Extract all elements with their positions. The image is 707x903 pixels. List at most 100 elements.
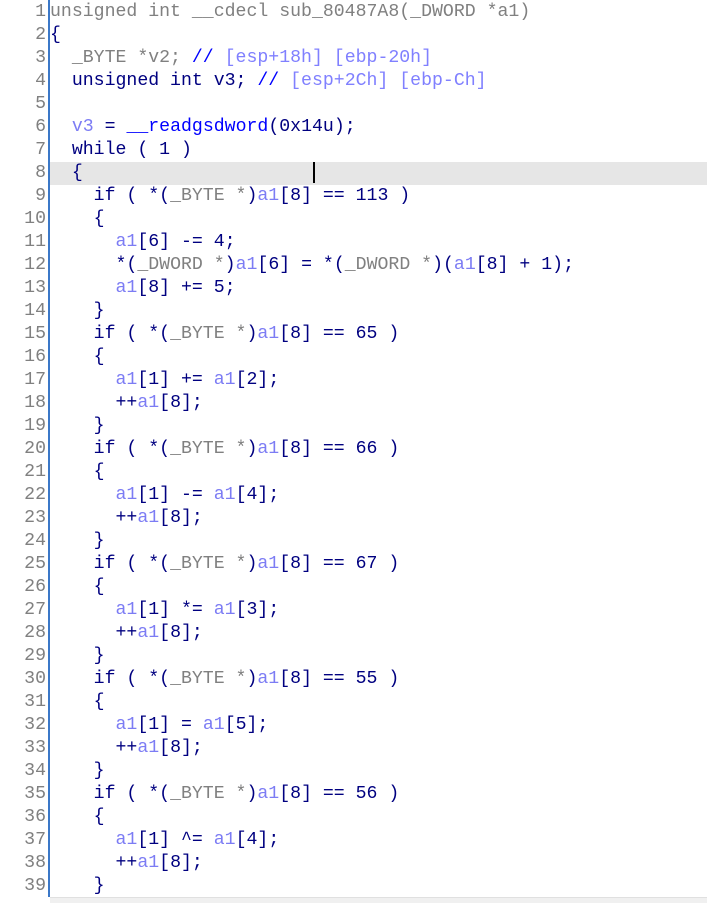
code-line[interactable]: 31 {: [0, 691, 707, 714]
code-line[interactable]: 18 ++a1[8];: [0, 392, 707, 415]
code-text[interactable]: unsigned int v3; // [esp+2Ch] [ebp-Ch]: [50, 70, 707, 93]
code-line[interactable]: 35 if ( *(_BYTE *)a1[8] == 56 ): [0, 783, 707, 806]
code-token: ++: [50, 508, 138, 528]
code-line[interactable]: 10 {: [0, 208, 707, 231]
code-line[interactable]: 26 {: [0, 576, 707, 599]
code-line[interactable]: 3 _BYTE *v2; // [esp+18h] [ebp-20h]: [0, 47, 707, 70]
code-line[interactable]: 30 if ( *(_BYTE *)a1[8] == 55 ): [0, 668, 707, 691]
code-text[interactable]: if ( *(_BYTE *)a1[8] == 56 ): [50, 783, 707, 806]
code-token: [5];: [224, 715, 269, 735]
code-line[interactable]: 8 {: [0, 162, 707, 185]
code-text[interactable]: if ( *(_BYTE *)a1[8] == 66 ): [50, 438, 707, 461]
line-number: 10: [24, 209, 46, 229]
code-line[interactable]: 27 a1[1] *= a1[3];: [0, 599, 707, 622]
line-number: 21: [24, 462, 46, 482]
code-text[interactable]: ++a1[8];: [50, 852, 707, 875]
code-token: }: [50, 646, 105, 666]
code-token: //: [257, 71, 291, 91]
code-text[interactable]: {: [50, 806, 707, 829]
code-line[interactable]: 11 a1[6] -= 4;: [0, 231, 707, 254]
code-token: [1] *=: [137, 600, 214, 620]
code-token: a1: [115, 485, 138, 505]
code-line[interactable]: 34 }: [0, 760, 707, 783]
code-token: a1: [213, 830, 236, 850]
code-text[interactable]: {: [50, 162, 707, 185]
code-line[interactable]: 20 if ( *(_BYTE *)a1[8] == 66 ): [0, 438, 707, 461]
code-line[interactable]: 14 }: [0, 300, 707, 323]
code-text[interactable]: }: [50, 415, 707, 438]
code-line[interactable]: 39 }: [0, 875, 707, 898]
code-line[interactable]: 21 {: [0, 461, 707, 484]
code-line[interactable]: 25 if ( *(_BYTE *)a1[8] == 67 ): [0, 553, 707, 576]
code-text[interactable]: a1[1] -= a1[4];: [50, 484, 707, 507]
code-text[interactable]: a1[6] -= 4;: [50, 231, 707, 254]
code-text[interactable]: {: [50, 691, 707, 714]
code-line[interactable]: 19 }: [0, 415, 707, 438]
code-line[interactable]: 24 }: [0, 530, 707, 553]
code-token: _BYTE *: [170, 439, 247, 459]
code-text[interactable]: {: [50, 461, 707, 484]
code-line[interactable]: 33 ++a1[8];: [0, 737, 707, 760]
code-line[interactable]: 29 }: [0, 645, 707, 668]
code-text[interactable]: {: [50, 24, 707, 47]
code-line[interactable]: 6 v3 = __readgsdword(0x14u);: [0, 116, 707, 139]
code-text[interactable]: if ( *(_BYTE *)a1[8] == 55 ): [50, 668, 707, 691]
code-text[interactable]: ++a1[8];: [50, 392, 707, 415]
code-token: [1] =: [137, 715, 203, 735]
code-line[interactable]: 13 a1[8] += 5;: [0, 277, 707, 300]
code-text[interactable]: {: [50, 208, 707, 231]
code-text[interactable]: unsigned int __cdecl sub_80487A8(_DWORD …: [50, 1, 707, 24]
code-line[interactable]: 2{: [0, 24, 707, 47]
code-text[interactable]: {: [50, 576, 707, 599]
code-text[interactable]: a1[1] *= a1[3];: [50, 599, 707, 622]
code-text[interactable]: if ( *(_BYTE *)a1[8] == 113 ): [50, 185, 707, 208]
code-text[interactable]: }: [50, 645, 707, 668]
horizontal-scrollbar[interactable]: [50, 897, 707, 903]
code-text[interactable]: a1[1] = a1[5];: [50, 714, 707, 737]
text-caret: [313, 162, 315, 183]
code-line[interactable]: 16 {: [0, 346, 707, 369]
code-line[interactable]: 23 ++a1[8];: [0, 507, 707, 530]
code-line[interactable]: 12 *(_DWORD *)a1[6] = *(_DWORD *)(a1[8] …: [0, 254, 707, 277]
code-text[interactable]: a1[1] ^= a1[4];: [50, 829, 707, 852]
code-line[interactable]: 28 ++a1[8];: [0, 622, 707, 645]
code-line[interactable]: 36 {: [0, 806, 707, 829]
code-token: [8] += 5;: [137, 278, 236, 298]
code-text[interactable]: }: [50, 530, 707, 553]
code-token: [4];: [235, 485, 280, 505]
code-token: {: [50, 25, 61, 45]
code-text[interactable]: v3 = __readgsdword(0x14u);: [50, 116, 707, 139]
code-text[interactable]: *(_DWORD *)a1[6] = *(_DWORD *)(a1[8] + 1…: [50, 254, 707, 277]
code-text[interactable]: }: [50, 760, 707, 783]
code-line[interactable]: 7 while ( 1 ): [0, 139, 707, 162]
code-text[interactable]: a1[1] += a1[2];: [50, 369, 707, 392]
code-line[interactable]: 9 if ( *(_BYTE *)a1[8] == 113 ): [0, 185, 707, 208]
code-line[interactable]: 22 a1[1] -= a1[4];: [0, 484, 707, 507]
code-line[interactable]: 5: [0, 93, 707, 116]
code-line[interactable]: 38 ++a1[8];: [0, 852, 707, 875]
code-token: if ( *(: [50, 554, 171, 574]
code-line[interactable]: 4 unsigned int v3; // [esp+2Ch] [ebp-Ch]: [0, 70, 707, 93]
code-token: [8];: [159, 853, 203, 873]
code-text[interactable]: ++a1[8];: [50, 507, 707, 530]
code-text[interactable]: if ( *(_BYTE *)a1[8] == 67 ): [50, 553, 707, 576]
code-token: }: [50, 876, 105, 896]
pseudocode-view[interactable]: 1 unsigned int __cdecl sub_80487A8(_DWORD…: [0, 1, 707, 898]
code-text[interactable]: while ( 1 ): [50, 139, 707, 162]
code-text[interactable]: ++a1[8];: [50, 737, 707, 760]
code-text[interactable]: a1[8] += 5;: [50, 277, 707, 300]
code-line[interactable]: 1 unsigned int __cdecl sub_80487A8(_DWORD…: [0, 1, 707, 24]
code-text[interactable]: }: [50, 300, 707, 323]
code-text[interactable]: if ( *(_BYTE *)a1[8] == 65 ): [50, 323, 707, 346]
code-text[interactable]: }: [50, 875, 707, 898]
code-token: [2];: [235, 370, 280, 390]
code-text[interactable]: {: [50, 346, 707, 369]
code-line[interactable]: 15 if ( *(_BYTE *)a1[8] == 65 ): [0, 323, 707, 346]
code-line[interactable]: 32 a1[1] = a1[5];: [0, 714, 707, 737]
code-line[interactable]: 17 a1[1] += a1[2];: [0, 369, 707, 392]
code-text[interactable]: _BYTE *v2; // [esp+18h] [ebp-20h]: [50, 47, 707, 70]
code-line[interactable]: 37 a1[1] ^= a1[4];: [0, 829, 707, 852]
code-text[interactable]: ++a1[8];: [50, 622, 707, 645]
code-text[interactable]: [50, 93, 707, 116]
